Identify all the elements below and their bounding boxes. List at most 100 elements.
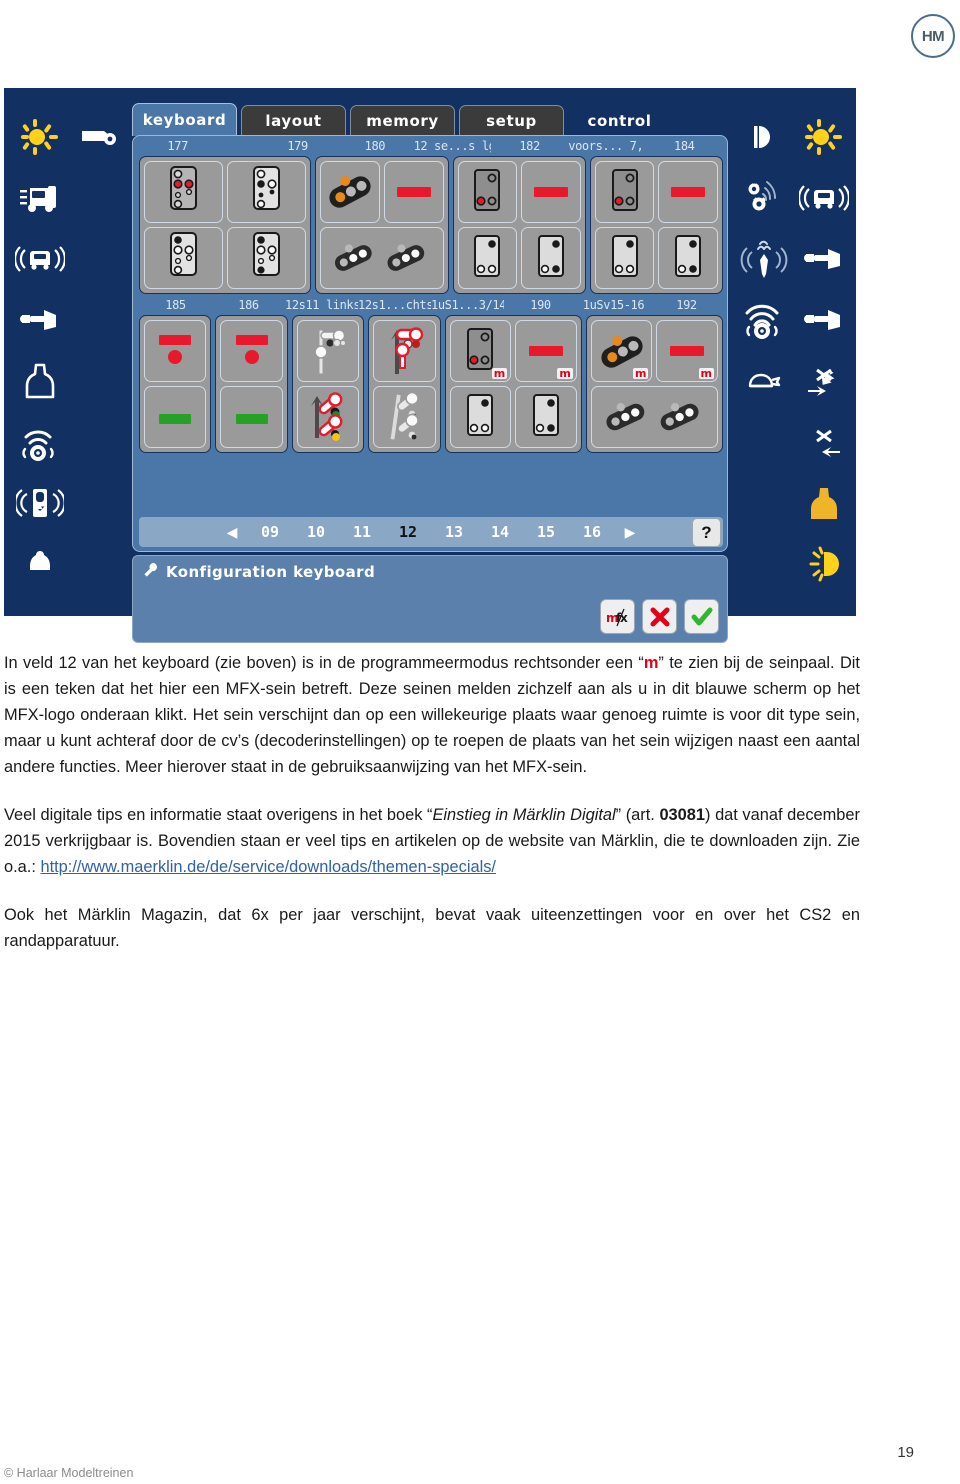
sun-light-icon[interactable]: [10, 106, 70, 167]
signal-red-tile[interactable]: [658, 161, 719, 223]
keyboard-cell-12se-slg1[interactable]: [452, 156, 586, 294]
signal-tile[interactable]: [144, 161, 224, 223]
page-10[interactable]: 10: [293, 523, 339, 541]
page-12[interactable]: 12: [385, 523, 431, 541]
page-13[interactable]: 13: [431, 523, 477, 541]
semaphore-white-tile[interactable]: [373, 386, 436, 448]
keyboard-cell-179[interactable]: [315, 156, 449, 294]
address-label: 12s11 links: [285, 298, 358, 312]
door-announce-icon[interactable]: [10, 472, 70, 533]
address-label: 12 se...s lg1: [413, 139, 491, 153]
next-page-arrow[interactable]: ▶: [615, 524, 645, 541]
address-label: 184: [674, 139, 695, 153]
signal-red-tile[interactable]: m: [515, 320, 577, 382]
semaphore-red-tile[interactable]: [373, 320, 436, 382]
tab-layout[interactable]: layout: [241, 105, 346, 136]
keyboard-cell-1uS1-3-14[interactable]: m m: [444, 315, 582, 453]
keyboard-cell-12s1-rechts[interactable]: [368, 315, 441, 453]
confirm-button[interactable]: [684, 599, 719, 634]
right-function-rail: [728, 88, 856, 616]
signal-tile[interactable]: [144, 227, 224, 289]
train-announce-icon[interactable]: [10, 228, 70, 289]
tab-control[interactable]: control: [568, 106, 671, 136]
turnout-tile-orange[interactable]: m: [590, 320, 653, 382]
signal-tile[interactable]: [457, 161, 518, 223]
signal-tile[interactable]: [449, 386, 512, 448]
keyboard-cell-177[interactable]: [139, 156, 312, 294]
turnout-tile-white-pair[interactable]: [590, 386, 718, 448]
signal-tile[interactable]: [594, 161, 655, 223]
gears-sound-icon[interactable]: [734, 167, 794, 228]
train-announce-icon[interactable]: [794, 167, 854, 228]
signal-red-tile[interactable]: [521, 161, 581, 223]
radar-sound-icon[interactable]: [10, 411, 70, 472]
semaphore-white-tile[interactable]: [296, 320, 360, 382]
horn-icon[interactable]: [10, 289, 70, 350]
signal-red-tile[interactable]: [220, 320, 283, 382]
help-button[interactable]: ?: [692, 518, 721, 547]
page-15[interactable]: 15: [523, 523, 569, 541]
horn-icon[interactable]: [794, 289, 854, 350]
mfx-button[interactable]: m f x: [600, 599, 635, 634]
article-number: 03081: [659, 806, 706, 824]
tab-memory-label: memory: [366, 112, 439, 130]
signal-red-tile[interactable]: [384, 161, 444, 223]
shunting-right-icon[interactable]: [794, 411, 854, 472]
cab-light-icon[interactable]: [794, 533, 854, 594]
tab-setup[interactable]: setup: [459, 105, 564, 136]
bell-icon[interactable]: [10, 533, 70, 594]
paragraph-1: In veld 12 van het keyboard (zie boven) …: [4, 650, 860, 780]
keyboard-cell-185[interactable]: [139, 315, 212, 453]
bell-shape-icon[interactable]: [10, 350, 70, 411]
horn-icon[interactable]: [794, 228, 854, 289]
half-light-icon[interactable]: [734, 106, 794, 167]
address-label: 180: [364, 139, 386, 153]
page-14[interactable]: 14: [477, 523, 523, 541]
tab-memory[interactable]: memory: [350, 105, 455, 136]
shunting-left-icon[interactable]: [794, 350, 854, 411]
train-headlight-icon[interactable]: [10, 167, 70, 228]
address-label: 177: [167, 139, 188, 153]
keyboard-row-2: m m m m: [139, 315, 723, 453]
signal-red-tile[interactable]: m: [656, 320, 718, 382]
signal-green-tile[interactable]: [144, 386, 207, 448]
sun-light-icon[interactable]: [794, 106, 854, 167]
turnout-tile-white-pair[interactable]: [320, 227, 444, 289]
tab-keyboard[interactable]: keyboard: [132, 103, 237, 136]
bell-shape-yellow-icon[interactable]: [794, 472, 854, 533]
paragraph-3: Ook het Märklin Magazin, dat 6x per jaar…: [4, 906, 860, 950]
signal-tile[interactable]: m: [449, 320, 512, 382]
address-label: 179: [287, 139, 308, 153]
signal-tile[interactable]: [594, 227, 655, 289]
book-title: Einstieg in Märklin Digital: [432, 806, 616, 824]
steam-whistle-icon[interactable]: [734, 228, 794, 289]
signal-green-tile[interactable]: [220, 386, 283, 448]
page-selector: ◀ 09 10 11 12 13 14 15 16 ▶ ?: [139, 517, 723, 547]
radar-sound-icon[interactable]: [734, 289, 794, 350]
page-16[interactable]: 16: [569, 523, 615, 541]
tab-setup-label: setup: [486, 112, 537, 130]
mfx-marker: m: [698, 367, 714, 380]
signal-tile[interactable]: [658, 227, 719, 289]
keyboard-cell-1uSv15-16[interactable]: m m: [585, 315, 723, 453]
turnout-tile-orange[interactable]: [320, 161, 380, 223]
signal-tile[interactable]: [227, 161, 307, 223]
keyboard-cell-186[interactable]: [215, 315, 288, 453]
maerklin-download-link[interactable]: http://www.maerklin.de/de/service/downlo…: [40, 858, 496, 876]
signal-tile[interactable]: [521, 227, 581, 289]
keyboard-board: 177 179 180 12 se...s lg1 182 voors... 7…: [132, 135, 728, 552]
keyboard-cell-voors-7-8[interactable]: [589, 156, 724, 294]
turtle-slow-icon[interactable]: [734, 350, 794, 411]
keyboard-cell-12s11-links[interactable]: [291, 315, 365, 453]
page-09[interactable]: 09: [247, 523, 293, 541]
signal-tile[interactable]: [227, 227, 307, 289]
signal-tile[interactable]: [457, 227, 518, 289]
cancel-button[interactable]: [642, 599, 677, 634]
signal-tile[interactable]: [515, 386, 577, 448]
prev-page-arrow[interactable]: ◀: [217, 524, 247, 541]
page-11[interactable]: 11: [339, 523, 385, 541]
signal-red-tile[interactable]: [144, 320, 207, 382]
whistle-icon[interactable]: [70, 106, 130, 167]
semaphore-red-tile[interactable]: [296, 386, 360, 448]
cs2-screenshot: keyboard layout memory setup control 177…: [4, 88, 856, 643]
